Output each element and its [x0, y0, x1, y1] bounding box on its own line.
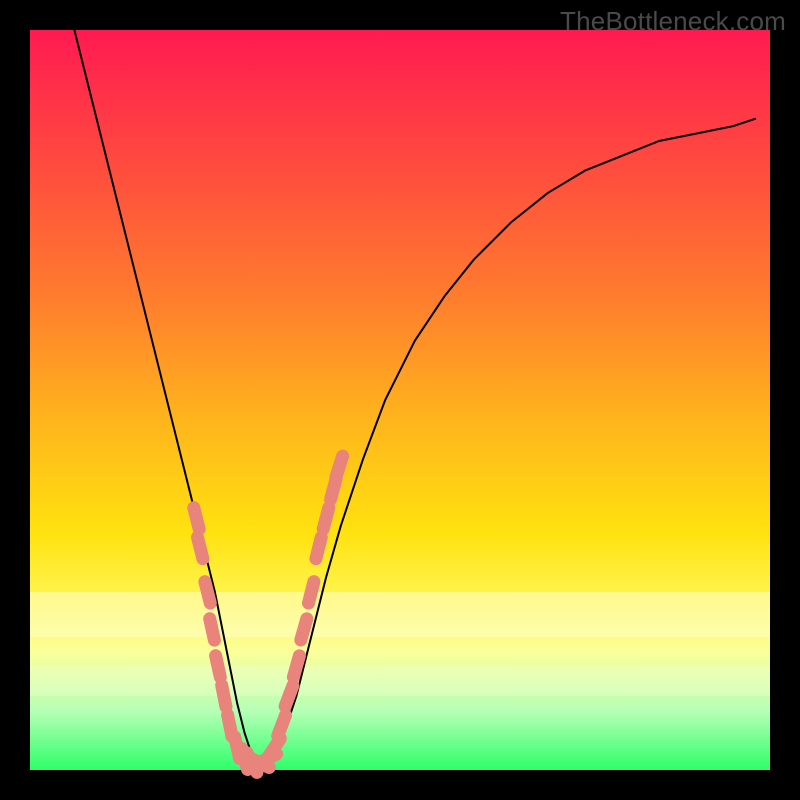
- chart-svg: [30, 30, 770, 770]
- chart-frame: TheBottleneck.com: [0, 0, 800, 800]
- curve-marker: [222, 685, 226, 707]
- curve-marker: [293, 656, 299, 677]
- curve-marker: [316, 537, 321, 558]
- curve-markers-group: [194, 456, 343, 772]
- curve-marker: [301, 619, 307, 640]
- curve-marker: [309, 582, 314, 603]
- plot-area: [30, 30, 770, 770]
- curve-marker: [323, 508, 329, 529]
- curve-marker: [210, 619, 215, 640]
- curve-marker: [336, 456, 343, 477]
- curve-marker: [198, 537, 203, 558]
- curve-marker: [285, 686, 293, 707]
- curve-marker: [216, 656, 221, 677]
- curve-marker: [205, 582, 210, 603]
- bottleneck-curve-line: [74, 30, 755, 763]
- curve-marker: [194, 508, 199, 529]
- curve-marker: [278, 715, 286, 736]
- watermark-text: TheBottleneck.com: [560, 6, 786, 37]
